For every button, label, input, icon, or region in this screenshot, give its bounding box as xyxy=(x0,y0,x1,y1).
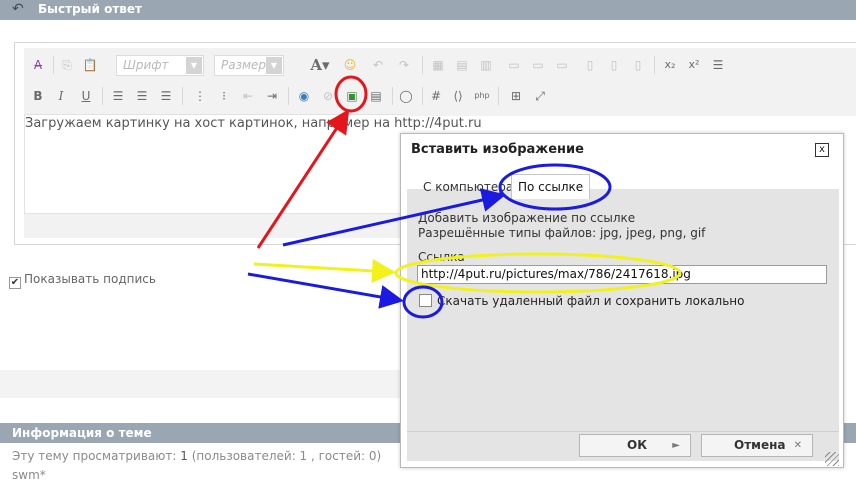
subscript-icon[interactable]: x₂ xyxy=(660,55,680,75)
url-input[interactable]: http://4put.ru/pictures/max/786/2417618.… xyxy=(417,265,827,284)
align-center-icon[interactable]: ☰ xyxy=(132,86,152,106)
italic-icon[interactable]: I xyxy=(51,86,71,106)
insert-image-dialog: Вставить изображение x С компьютера По с… xyxy=(400,133,844,468)
ok-button[interactable]: ОК ► xyxy=(579,434,691,457)
show-signature-label: Показывать подпись xyxy=(24,272,156,286)
bold-icon[interactable]: B xyxy=(28,86,48,106)
superscript-icon[interactable]: x² xyxy=(684,55,704,75)
align-right-icon[interactable]: ☰ xyxy=(156,86,176,106)
tab-from-computer[interactable]: С компьютера xyxy=(417,177,519,199)
font-select[interactable]: Шрифт ▼ xyxy=(116,55,204,76)
editor-text: Загружаем картинку на хост картинок, нап… xyxy=(25,116,482,131)
copy-icon[interactable]: ⎘ xyxy=(57,55,77,75)
insert-image-icon[interactable]: ▣ xyxy=(342,86,362,106)
dialog-title: Вставить изображение xyxy=(411,142,584,157)
tab-by-link[interactable]: По ссылке xyxy=(511,174,591,199)
undo-icon[interactable]: ↶ xyxy=(368,55,388,75)
yellow-arrow-annotation xyxy=(253,258,396,283)
paste-icon[interactable]: 📋 xyxy=(80,55,100,75)
cell-props-icon[interactable]: ▥ xyxy=(476,55,496,75)
cancel-x-icon: ✕ xyxy=(793,440,802,451)
topic-info-heading: Информация о теме xyxy=(0,423,400,443)
underline-icon[interactable]: U xyxy=(76,86,96,106)
code-icon[interactable]: ⟨⟩ xyxy=(448,86,468,106)
smiley-icon[interactable]: ☺ xyxy=(340,55,360,75)
toolbar-row-1: A̶ ⎘ 📋 Шрифт ▼ Размер ▼ A▾ ☺ ↶ ↷ ▦ ▤ ▥ ▭ ▭… xyxy=(24,52,734,78)
row-before-icon[interactable]: ▭ xyxy=(504,55,524,75)
php-icon[interactable]: php xyxy=(472,86,492,106)
size-select[interactable]: Размер ▼ xyxy=(214,55,284,76)
hash-icon[interactable]: # xyxy=(426,86,446,106)
table-props-icon[interactable]: ▤ xyxy=(452,55,472,75)
align-left-icon[interactable]: ☰ xyxy=(108,86,128,106)
insert-media-icon[interactable]: ▤ xyxy=(366,86,386,106)
outdent-icon[interactable]: ⇤ xyxy=(238,86,258,106)
delete-col-icon[interactable]: ▯ xyxy=(628,55,648,75)
back-arrow-icon[interactable]: ↶ xyxy=(12,1,24,17)
unlink-icon[interactable]: ⊘ xyxy=(318,86,338,106)
bullet-list-icon[interactable]: ⁝ xyxy=(214,86,234,106)
quick-reply-header: ↶ Быстрый ответ xyxy=(0,0,856,20)
horizontal-rule-icon[interactable]: ☰ xyxy=(708,55,728,75)
play-icon: ► xyxy=(672,440,680,451)
blue-arrow-checkbox-annotation xyxy=(247,272,404,309)
table-icon[interactable]: ▦ xyxy=(428,55,448,75)
download-option[interactable]: Скачать удаленный файл и сохранить локал… xyxy=(419,294,744,308)
link-icon[interactable]: ◉ xyxy=(294,86,314,106)
dialog-info-line-2: Разрешённые типы файлов: jpg, jpeg, png,… xyxy=(418,226,706,240)
row-after-icon[interactable]: ▭ xyxy=(528,55,548,75)
download-label: Скачать удаленный файл и сохранить локал… xyxy=(437,294,745,308)
delete-row-icon[interactable]: ▭ xyxy=(552,55,572,75)
download-checkbox[interactable] xyxy=(419,294,432,307)
close-icon[interactable]: x xyxy=(815,143,829,157)
resize-grip-icon[interactable] xyxy=(825,452,839,466)
speech-bubble-icon[interactable]: ◯ xyxy=(396,86,416,106)
url-label: Ссылка xyxy=(418,250,465,264)
editor-footer xyxy=(24,214,404,238)
numbered-list-icon[interactable]: ⋮ xyxy=(190,86,210,106)
col-after-icon[interactable]: ▯ xyxy=(604,55,624,75)
cancel-button[interactable]: Отмена ✕ xyxy=(701,434,813,457)
topic-viewer-user[interactable]: swm* xyxy=(12,468,46,482)
dialog-info-line-1: Добавить изображение по ссылке xyxy=(418,211,636,225)
spoiler-icon[interactable]: ⊞ xyxy=(506,86,526,106)
col-before-icon[interactable]: ▯ xyxy=(580,55,600,75)
show-signature-option[interactable]: ✔ Показывать подпись xyxy=(9,272,156,289)
quick-reply-title: Быстрый ответ xyxy=(38,2,142,16)
show-signature-checkbox[interactable]: ✔ xyxy=(9,277,21,289)
toolbar-row-2: B I U ☰ ☰ ☰ ⋮ ⁝ ⇤ ⇥ ◉ ⊘ ▣ ▤ ◯ # ⟨⟩ php ⊞… xyxy=(24,83,564,109)
remove-format-icon[interactable]: A̶ xyxy=(28,55,48,75)
gray-band xyxy=(0,370,400,398)
fullscreen-icon[interactable]: ⤢ xyxy=(530,86,550,106)
topic-viewers: Эту тему просматривают: 1 (пользователей… xyxy=(12,449,382,463)
indent-icon[interactable]: ⇥ xyxy=(262,86,282,106)
text-color-icon[interactable]: A▾ xyxy=(307,55,333,75)
redo-icon[interactable]: ↷ xyxy=(394,55,414,75)
